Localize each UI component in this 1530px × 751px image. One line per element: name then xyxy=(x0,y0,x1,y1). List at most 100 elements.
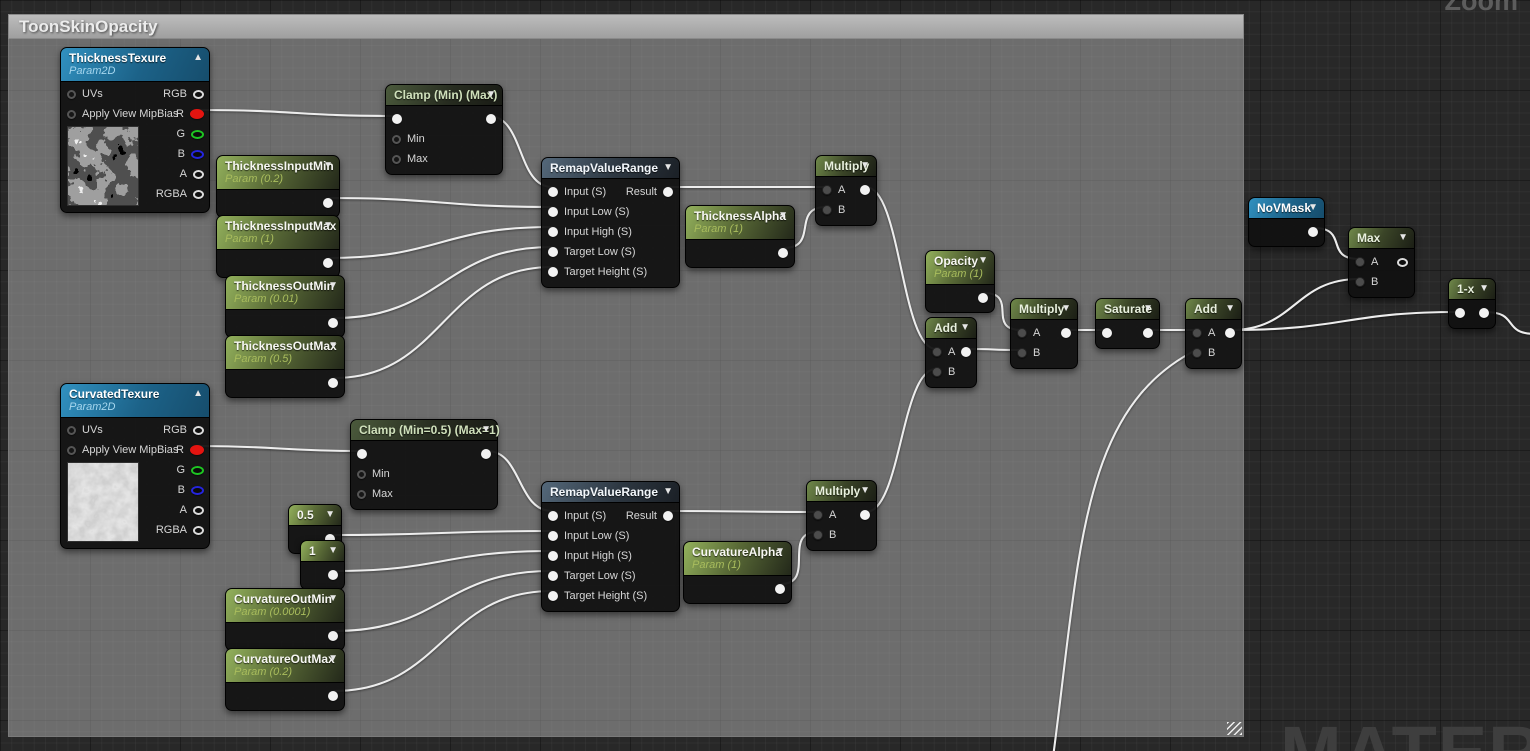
input-pin-apply-view-mipbias[interactable] xyxy=(67,446,76,455)
node-curvature-out-min[interactable]: CurvatureOutMinParam (0.0001)▼ xyxy=(225,588,345,651)
node-header[interactable]: NoVMask▼ xyxy=(1249,198,1324,219)
node-curvature-out-max[interactable]: CurvatureOutMaxParam (0.2)▼ xyxy=(225,648,345,711)
node-opacity[interactable]: OpacityParam (1)▼ xyxy=(925,250,995,313)
output-pin-a[interactable] xyxy=(193,170,204,179)
output-pin[interactable] xyxy=(1061,328,1071,338)
node-header[interactable]: Multiply▼ xyxy=(1011,299,1077,320)
input-pin[interactable] xyxy=(548,571,558,581)
input-pin[interactable] xyxy=(392,114,402,124)
input-pin[interactable] xyxy=(1192,328,1202,338)
dropdown-arrow-icon[interactable]: ▼ xyxy=(1143,303,1153,314)
node-thickness-input-max[interactable]: ThicknessInputMaxParam (1)▼ xyxy=(216,215,340,278)
node-header[interactable]: Add▼ xyxy=(1186,299,1241,320)
output-pin[interactable] xyxy=(1143,328,1153,338)
output-pin-rgb[interactable] xyxy=(193,426,204,435)
node-header[interactable]: 0.5▼ xyxy=(289,505,341,526)
input-pin[interactable] xyxy=(822,205,832,215)
node-header[interactable]: 1▼ xyxy=(301,541,344,562)
node-add-1[interactable]: Add▼AB xyxy=(925,317,977,388)
input-pin[interactable] xyxy=(548,247,558,257)
dropdown-arrow-icon[interactable]: ▼ xyxy=(778,210,788,221)
input-pin[interactable] xyxy=(1102,328,1112,338)
node-saturate[interactable]: Saturate▼ xyxy=(1095,298,1160,349)
dropdown-arrow-icon[interactable]: ▼ xyxy=(481,424,491,435)
input-pin[interactable] xyxy=(548,227,558,237)
dropdown-arrow-icon[interactable]: ▼ xyxy=(1308,202,1318,213)
input-pin[interactable] xyxy=(813,530,823,540)
dropdown-arrow-icon[interactable]: ▼ xyxy=(1479,283,1489,294)
input-pin-uvs[interactable] xyxy=(67,426,76,435)
input-pin[interactable] xyxy=(357,449,367,459)
node-header[interactable]: Clamp (Min=0.5) (Max=1)▼ xyxy=(351,420,497,441)
node-header[interactable]: ThicknessTexureParam2D▲ xyxy=(61,48,209,82)
output-pin-rgb[interactable] xyxy=(193,90,204,99)
dropdown-arrow-icon[interactable]: ▼ xyxy=(325,509,335,520)
input-pin[interactable] xyxy=(548,591,558,601)
output-pin-g[interactable] xyxy=(191,466,204,475)
output-pin[interactable] xyxy=(481,449,491,459)
dropdown-arrow-icon[interactable]: ▼ xyxy=(323,160,333,171)
input-pin[interactable] xyxy=(1017,348,1027,358)
input-pin[interactable] xyxy=(1455,308,1465,318)
node-header[interactable]: CurvatureOutMinParam (0.0001)▼ xyxy=(226,589,344,623)
output-pin[interactable] xyxy=(323,258,333,268)
output-pin[interactable] xyxy=(328,570,338,580)
node-one-minus-x[interactable]: 1-x▼ xyxy=(1448,278,1496,329)
dropdown-arrow-icon[interactable]: ▼ xyxy=(328,340,338,351)
dropdown-arrow-icon[interactable]: ▼ xyxy=(1225,303,1235,314)
input-pin[interactable] xyxy=(932,367,942,377)
node-header[interactable]: ThicknessInputMaxParam (1)▼ xyxy=(217,216,339,250)
input-pin[interactable] xyxy=(1355,257,1365,267)
dropdown-arrow-icon[interactable]: ▼ xyxy=(323,220,333,231)
node-const-1[interactable]: 1▼ xyxy=(300,540,345,590)
output-pin[interactable] xyxy=(860,185,870,195)
dropdown-arrow-icon[interactable]: ▼ xyxy=(978,255,988,266)
node-header[interactable]: RemapValueRange▼ xyxy=(542,158,679,179)
node-multiply-2[interactable]: Multiply▼AB xyxy=(806,480,877,551)
output-pin-a[interactable] xyxy=(193,506,204,515)
output-pin[interactable] xyxy=(323,198,333,208)
output-pin[interactable] xyxy=(778,248,788,258)
node-header[interactable]: ThicknessInputMinParam (0.2)▼ xyxy=(217,156,339,190)
dropdown-arrow-icon[interactable]: ▼ xyxy=(775,546,785,557)
node-header[interactable]: ThicknessOutMaxParam (0.5)▼ xyxy=(226,336,344,370)
material-graph-canvas[interactable]: MATERIAL ToonSkinOpacity ThicknessTexure… xyxy=(0,0,1530,751)
output-pin-rgba[interactable] xyxy=(193,526,204,535)
node-header[interactable]: Clamp (Min) (Max)▼ xyxy=(386,85,502,106)
node-remap-value-range-1[interactable]: RemapValueRange▼Input (S)ResultInput Low… xyxy=(541,157,680,288)
dropdown-arrow-icon[interactable]: ▼ xyxy=(328,545,338,556)
node-header[interactable]: Multiply▼ xyxy=(807,481,876,502)
input-pin[interactable] xyxy=(822,185,832,195)
input-pin[interactable] xyxy=(548,267,558,277)
input-pin[interactable] xyxy=(548,531,558,541)
node-header[interactable]: OpacityParam (1)▼ xyxy=(926,251,994,285)
dropdown-arrow-icon[interactable]: ▼ xyxy=(960,322,970,333)
node-curvature-alpha[interactable]: CurvatureAlphaParam (1)▼ xyxy=(683,541,792,604)
input-pin[interactable] xyxy=(357,470,366,479)
input-pin[interactable] xyxy=(392,155,401,164)
node-thickness-out-max[interactable]: ThicknessOutMaxParam (0.5)▼ xyxy=(225,335,345,398)
node-multiply-3[interactable]: Multiply▼AB xyxy=(1010,298,1078,369)
dropdown-arrow-icon[interactable]: ▼ xyxy=(663,486,673,497)
node-header[interactable]: CurvatedTexureParam2D▲ xyxy=(61,384,209,418)
node-header[interactable]: Add▼ xyxy=(926,318,976,339)
input-pin[interactable] xyxy=(357,490,366,499)
input-pin[interactable] xyxy=(932,347,942,357)
output-pin-r[interactable] xyxy=(190,445,204,455)
node-thickness-out-min[interactable]: ThicknessOutMinParam (0.01)▼ xyxy=(225,275,345,338)
output-pin[interactable] xyxy=(486,114,496,124)
input-pin[interactable] xyxy=(1192,348,1202,358)
node-header[interactable]: CurvatureAlphaParam (1)▼ xyxy=(684,542,791,576)
output-pin-b[interactable] xyxy=(191,486,204,495)
output-pin-b[interactable] xyxy=(191,150,204,159)
collapse-up-icon[interactable]: ▲ xyxy=(193,52,203,63)
input-pin[interactable] xyxy=(813,510,823,520)
node-max[interactable]: Max▼AB xyxy=(1348,227,1415,298)
node-header[interactable]: Saturate▼ xyxy=(1096,299,1159,320)
node-clamp-min05-max1[interactable]: Clamp (Min=0.5) (Max=1)▼MinMax xyxy=(350,419,498,510)
dropdown-arrow-icon[interactable]: ▼ xyxy=(663,162,673,173)
input-pin-uvs[interactable] xyxy=(67,90,76,99)
dropdown-arrow-icon[interactable]: ▼ xyxy=(328,280,338,291)
output-pin-r[interactable] xyxy=(190,109,204,119)
node-novmask[interactable]: NoVMask▼ xyxy=(1248,197,1325,247)
